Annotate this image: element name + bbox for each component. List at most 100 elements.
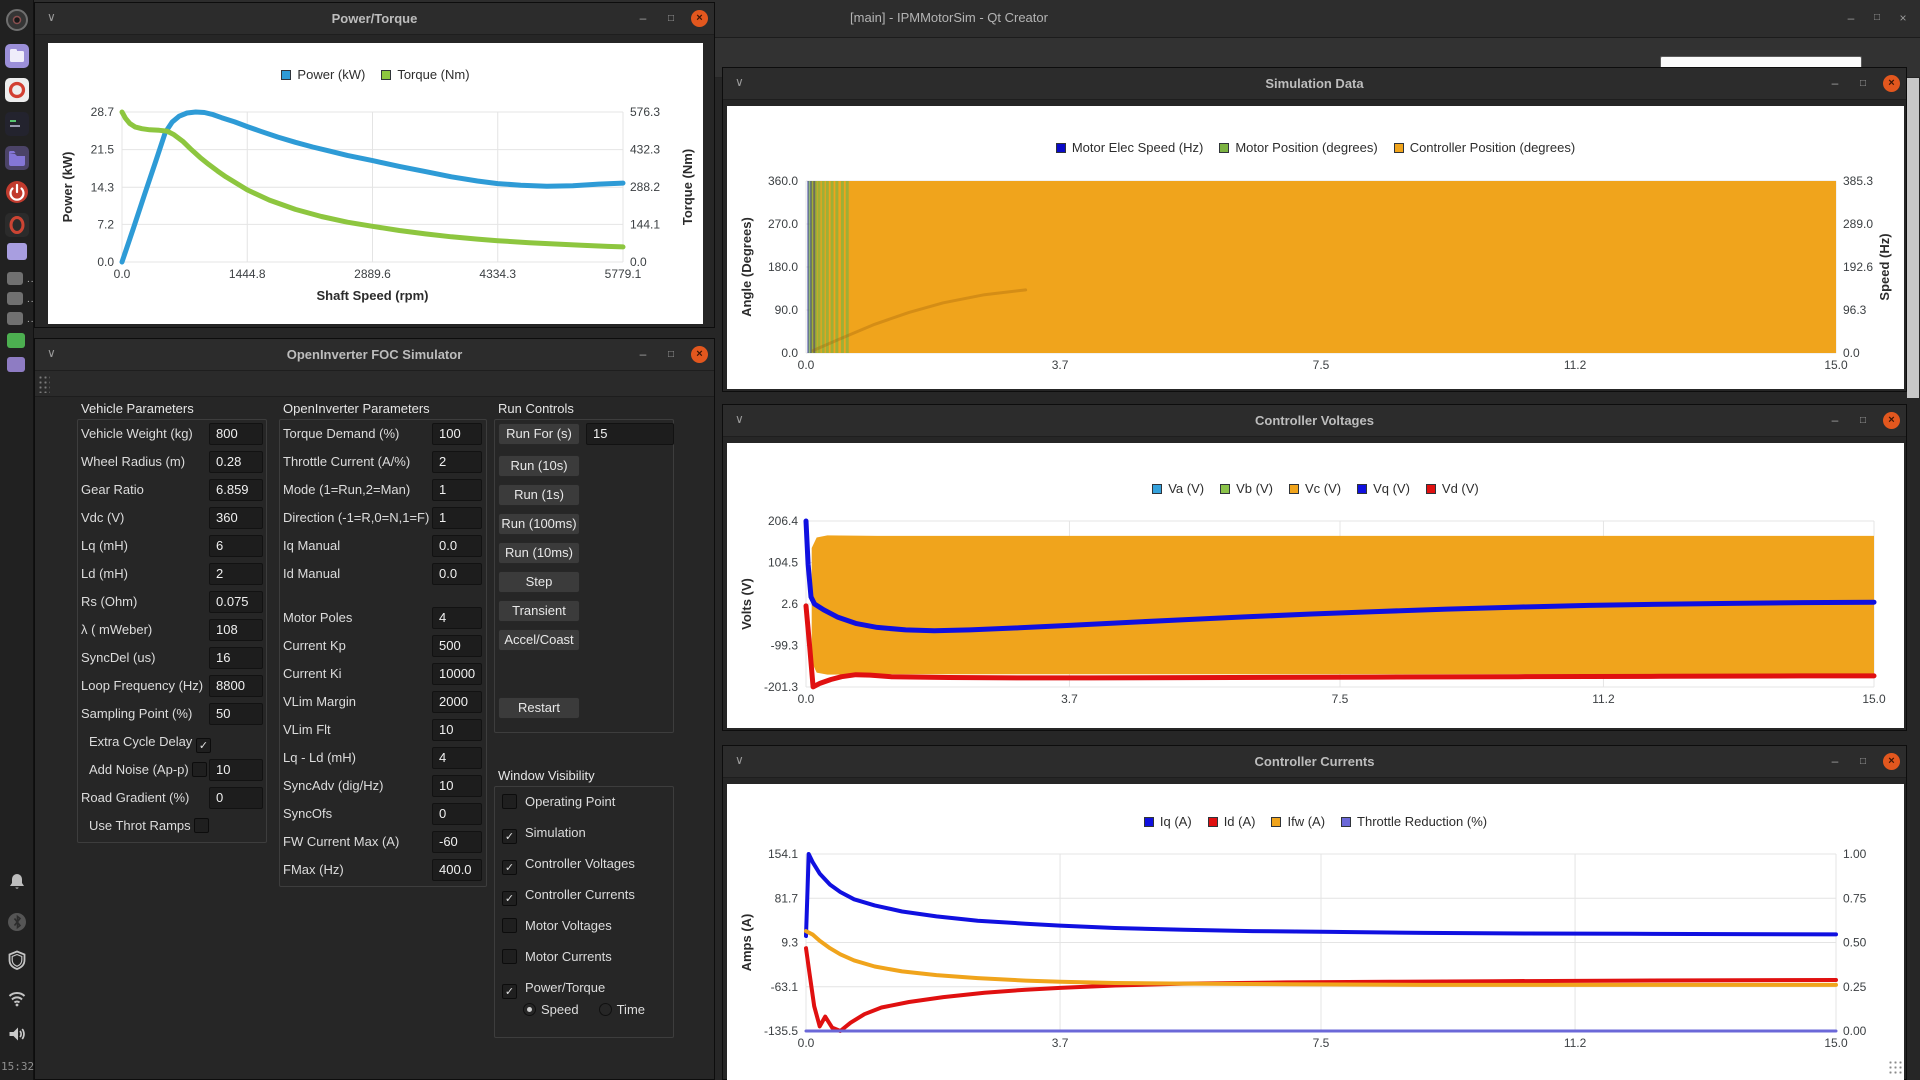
field-input[interactable]: 1 [432, 479, 482, 501]
field-input[interactable]: 10 [432, 775, 482, 797]
field-row: Gear Ratio6.859 [81, 479, 263, 501]
field-input[interactable]: 100 [432, 423, 482, 445]
task-minimized[interactable]: .. [7, 292, 23, 305]
field-input[interactable]: 2 [209, 563, 263, 585]
qt-close-button[interactable]: × [1894, 9, 1912, 27]
close-button[interactable]: × [1883, 753, 1900, 770]
foc-titlebar[interactable]: ∨ OpenInverter FOC Simulator – □ × [35, 339, 714, 371]
office-app[interactable] [5, 78, 29, 102]
controller-voltages-titlebar[interactable]: ∨ Controller Voltages – □ × [723, 405, 1906, 437]
svg-text:576.3: 576.3 [630, 105, 660, 119]
minimize-button[interactable]: – [634, 346, 652, 364]
task-minimized[interactable]: .. [7, 272, 23, 285]
minimize-button[interactable]: – [1826, 75, 1844, 93]
maximize-button[interactable]: □ [662, 346, 680, 364]
close-button[interactable]: × [691, 346, 708, 363]
add-noise-input[interactable]: 10 [209, 759, 263, 781]
task-active[interactable] [7, 243, 27, 260]
visibility-checkbox[interactable] [502, 918, 517, 933]
field-input[interactable]: 6 [209, 535, 263, 557]
field-input[interactable]: -60 [432, 831, 482, 853]
visibility-checkbox[interactable]: ✓ [502, 984, 517, 999]
field-input[interactable]: 4 [432, 607, 482, 629]
field-input[interactable]: 0 [209, 787, 263, 809]
bluetooth-icon[interactable] [7, 912, 27, 932]
simulation-data-titlebar[interactable]: ∨ Simulation Data – □ × [723, 68, 1906, 100]
maximize-button[interactable]: □ [662, 10, 680, 28]
field-input[interactable]: 10 [432, 719, 482, 741]
field-input[interactable]: 108 [209, 619, 263, 641]
field-input[interactable]: 400.0 [432, 859, 482, 881]
close-button[interactable]: × [691, 10, 708, 27]
folder-app[interactable] [5, 146, 29, 170]
field-input[interactable]: 0.075 [209, 591, 263, 613]
run-control-button[interactable]: Run (10ms) [498, 542, 580, 564]
bell-icon[interactable] [7, 872, 27, 892]
visibility-checkbox[interactable] [502, 949, 517, 964]
extra-cycle-delay-checkbox[interactable]: ✓ [196, 738, 211, 753]
maximize-button[interactable]: □ [1854, 753, 1872, 771]
field-input[interactable]: 2000 [432, 691, 482, 713]
radio-icon[interactable] [599, 1003, 612, 1016]
field-input[interactable]: 8800 [209, 675, 263, 697]
wifi-icon[interactable] [7, 988, 27, 1008]
run-control-button[interactable]: Accel/Coast [498, 629, 580, 651]
menu-logo[interactable] [5, 8, 29, 32]
resize-grip-icon[interactable] [1888, 1060, 1904, 1076]
run-control-button[interactable]: Run (1s) [498, 484, 580, 506]
radio-option[interactable]: Time [599, 1002, 645, 1017]
field-input[interactable]: 4 [432, 747, 482, 769]
run-control-button[interactable]: Step [498, 571, 580, 593]
volume-icon[interactable] [7, 1024, 27, 1044]
run-for-input[interactable]: 15 [586, 423, 674, 445]
field-input[interactable]: 500 [432, 635, 482, 657]
field-input[interactable]: 0 [432, 803, 482, 825]
task-purple[interactable] [7, 357, 25, 372]
radio-option[interactable]: Speed [523, 1002, 579, 1017]
field-input[interactable]: 1 [432, 507, 482, 529]
field-input[interactable]: 360 [209, 507, 263, 529]
maximize-button[interactable]: □ [1854, 412, 1872, 430]
restart-button[interactable]: Restart [498, 697, 580, 719]
minimize-button[interactable]: – [634, 10, 652, 28]
minimize-button[interactable]: – [1826, 412, 1844, 430]
terminal-app[interactable] [5, 112, 29, 136]
qt-editor-scrollbar[interactable] [1907, 78, 1919, 398]
add-noise-checkbox[interactable] [192, 762, 207, 777]
close-button[interactable]: × [1883, 412, 1900, 429]
run-control-button[interactable]: Run (100ms) [498, 513, 580, 535]
field-input[interactable]: 2 [432, 451, 482, 473]
run-control-button[interactable]: Transient [498, 600, 580, 622]
visibility-checkbox[interactable] [502, 794, 517, 809]
field-input[interactable]: 0.0 [432, 535, 482, 557]
field-input[interactable]: 0.0 [432, 563, 482, 585]
power-torque-titlebar[interactable]: ∨ Power/Torque – □ × [35, 3, 714, 35]
drag-handle-icon[interactable] [38, 375, 50, 393]
close-button[interactable]: × [1883, 75, 1900, 92]
run-control-button[interactable]: Run (10s) [498, 455, 580, 477]
controller-currents-titlebar[interactable]: ∨ Controller Currents – □ × [723, 746, 1906, 778]
minimize-button[interactable]: – [1826, 753, 1844, 771]
field-input[interactable]: 50 [209, 703, 263, 725]
field-input[interactable]: 0.28 [209, 451, 263, 473]
field-input[interactable]: 16 [209, 647, 263, 669]
maximize-button[interactable]: □ [1854, 75, 1872, 93]
field-input[interactable]: 10000 [432, 663, 482, 685]
run-for-button[interactable]: Run For (s) [498, 423, 580, 445]
field-input[interactable]: 6.859 [209, 479, 263, 501]
task-green[interactable] [7, 333, 25, 348]
task-minimized[interactable]: .. [7, 312, 23, 325]
radio-icon[interactable] [523, 1003, 536, 1016]
visibility-checkbox[interactable]: ✓ [502, 860, 517, 875]
qt-maximize-button[interactable]: □ [1868, 9, 1886, 27]
power-app[interactable] [5, 180, 29, 204]
field-input[interactable]: 800 [209, 423, 263, 445]
files-app[interactable] [5, 44, 29, 68]
use-throt-ramps-checkbox[interactable] [194, 818, 209, 833]
shield-icon[interactable] [7, 950, 27, 970]
opera-app[interactable] [5, 213, 29, 237]
qt-minimize-button[interactable]: – [1842, 9, 1860, 27]
field-label: Iq Manual [283, 538, 340, 553]
visibility-checkbox[interactable]: ✓ [502, 891, 517, 906]
visibility-checkbox[interactable]: ✓ [502, 829, 517, 844]
